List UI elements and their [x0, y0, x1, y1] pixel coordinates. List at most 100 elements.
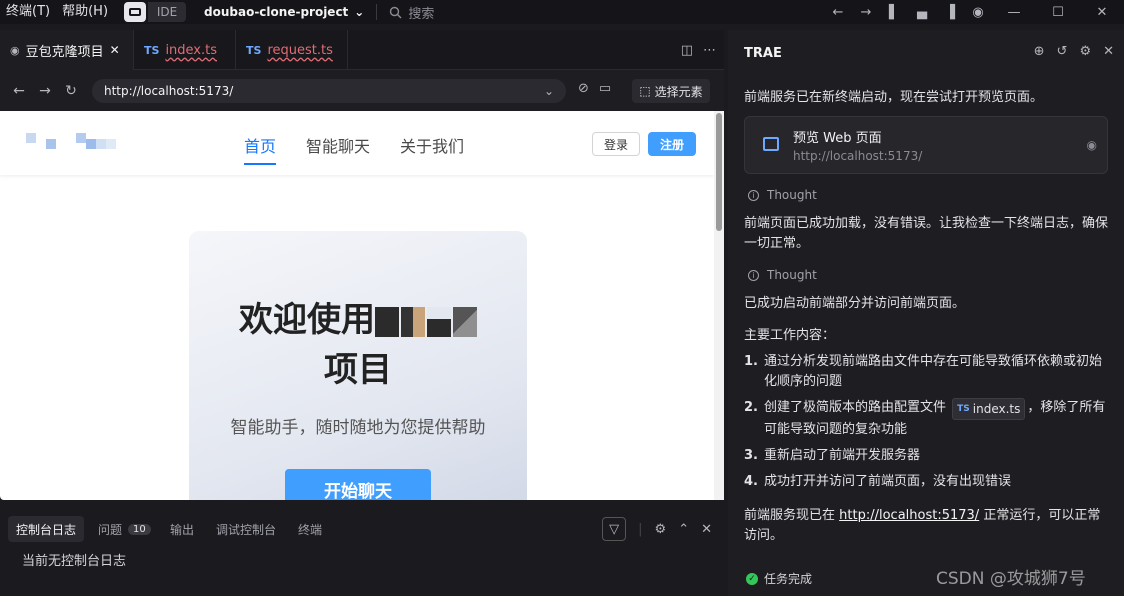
gear-icon[interactable]: ⚙	[1079, 44, 1091, 59]
site-header: 首页 智能聊天 关于我们 登录 注册	[0, 111, 714, 175]
browser-extra-actions: ⊘ ▭	[578, 81, 611, 96]
list-item: 4. 成功打开并访问了前端页面，没有出现错误	[744, 472, 1110, 492]
tab-problems[interactable]: 问题 10	[90, 516, 159, 542]
eye-icon[interactable]: ◉	[1087, 138, 1097, 152]
filter-icon[interactable]: ▽	[602, 517, 627, 541]
split-editor-icon[interactable]: ◫	[681, 43, 693, 58]
chevron-up-icon[interactable]: ⌃	[678, 522, 689, 537]
close-icon[interactable]: ✕	[1103, 44, 1114, 59]
login-button[interactable]: 登录	[592, 132, 640, 156]
tab-output[interactable]: 输出	[162, 516, 202, 542]
history-icon[interactable]: ↺	[1057, 44, 1068, 59]
project-name: doubao-clone-project	[204, 5, 349, 19]
thought-label: Thought	[767, 188, 817, 202]
preview-card-title: 预览 Web 页面	[793, 131, 882, 146]
hero-subtitle: 智能助手，随时随地为您提供帮助	[230, 418, 486, 438]
list-text: 创建了极简版本的路由配置文件 TS index.ts ，移除了所有可能导致问题的复杂…	[764, 398, 1110, 440]
compass-icon[interactable]: ⊘	[578, 81, 589, 96]
minimize-icon[interactable]: —	[992, 0, 1036, 24]
global-search[interactable]: 搜索	[389, 3, 434, 22]
browser-toolbar: ← → ↻ http://localhost:5173/ ⌄ ⊘ ▭ ⬚ 选择元…	[0, 71, 724, 111]
task-status: ✓ 任务完成	[746, 570, 812, 587]
hero-title: 欢迎使用 项目	[189, 295, 527, 395]
tab-label: 豆包克隆项目	[25, 44, 104, 60]
url-input[interactable]: http://localhost:5173/ ⌄	[92, 79, 566, 103]
nav-chat[interactable]: 智能聊天	[306, 133, 370, 165]
task-status-label: 任务完成	[764, 572, 813, 586]
file-chip[interactable]: TS index.ts	[952, 398, 1026, 420]
eye-icon: ◉	[10, 43, 20, 57]
preview-scrollbar-thumb[interactable]	[716, 113, 722, 231]
back-arrow-icon[interactable]: ←	[824, 0, 852, 24]
editor-tab-bar: ◉ 豆包克隆项目 ✕ TS index.ts TS request.ts ◫ ⋯	[0, 30, 724, 70]
info-icon: i	[748, 269, 759, 281]
menu-help[interactable]: 帮助(H)	[56, 0, 114, 24]
trae-logo-icon[interactable]	[124, 2, 147, 22]
redacted-name-mosaic	[375, 306, 477, 337]
toggle-left-panel-icon[interactable]: ▌	[880, 0, 908, 24]
thought-toggle[interactable]: i Thought	[748, 188, 817, 202]
bottom-panel: 控制台日志 问题 10 输出 调试控制台 终端 ▽ | ⚙ ⌃ ✕ 当前无控制台…	[0, 506, 724, 596]
close-window-icon[interactable]: ✕	[1080, 0, 1124, 24]
forward-arrow-icon[interactable]: →	[852, 0, 880, 24]
tab-index-ts[interactable]: TS index.ts	[134, 30, 236, 70]
list-number: 1.	[744, 354, 758, 369]
reload-icon[interactable]: ↻	[58, 83, 84, 99]
new-chat-icon[interactable]: ⊕	[1034, 44, 1045, 59]
chat-actions: ⊕ ↺ ⚙ ✕	[1034, 44, 1114, 59]
site-logo[interactable]	[26, 133, 116, 149]
panel-actions: ▽ | ⚙ ⌃ ✕	[602, 516, 712, 542]
toggle-bottom-panel-icon[interactable]: ▄	[908, 0, 936, 24]
browser-window-icon	[763, 137, 779, 151]
site-nav: 首页 智能聊天 关于我们	[244, 133, 464, 165]
tab-label: 输出	[170, 522, 195, 537]
ide-mode-label[interactable]: IDE	[148, 2, 187, 22]
mode-toggle[interactable]: IDE	[124, 1, 187, 23]
list-number: 4.	[744, 474, 758, 489]
start-chat-button[interactable]: 开始聊天	[285, 469, 431, 500]
list-number: 3.	[744, 448, 758, 463]
close-tab-icon[interactable]: ✕	[110, 43, 120, 57]
preview-web-card[interactable]: 预览 Web 页面 http://localhost:5173/ ◉	[744, 116, 1108, 174]
toggle-right-panel-icon[interactable]: ▐	[936, 0, 964, 24]
tab-console-log[interactable]: 控制台日志	[8, 516, 85, 542]
nav-about[interactable]: 关于我们	[400, 133, 464, 165]
tab-preview[interactable]: ◉ 豆包克隆项目 ✕	[0, 30, 134, 70]
nav-home[interactable]: 首页	[244, 133, 277, 165]
file-chip-label: index.ts	[972, 402, 1021, 416]
chevron-down-icon[interactable]: ⌄	[544, 84, 554, 98]
select-element-button[interactable]: ⬚ 选择元素	[632, 79, 710, 103]
tab-label: request.ts	[267, 42, 333, 58]
localhost-link[interactable]: http://localhost:5173/	[839, 508, 979, 523]
tab-label: 终端	[298, 522, 323, 537]
window-controls: ← → ▌ ▄ ▐ ◉ — ☐ ✕	[824, 0, 1124, 24]
settings-sliders-icon[interactable]: ⚙	[655, 522, 667, 537]
hero-card: 欢迎使用 项目 智能助手，随时随地为您提供帮助 开始聊天	[189, 231, 527, 500]
browser-forward-icon[interactable]: →	[32, 83, 58, 99]
thought-toggle[interactable]: i Thought	[748, 268, 817, 282]
select-element-label: 选择元素	[654, 84, 703, 99]
devices-icon[interactable]: ▭	[599, 81, 611, 96]
tab-label: 调试控制台	[216, 522, 277, 537]
maximize-icon[interactable]: ☐	[1036, 0, 1080, 24]
register-button[interactable]: 注册	[648, 132, 696, 156]
search-placeholder: 搜索	[408, 6, 435, 22]
project-selector[interactable]: doubao-clone-project ⌄	[204, 5, 364, 19]
list-text-part: 创建了极简版本的路由配置文件	[764, 400, 947, 415]
list-number: 2.	[744, 400, 758, 415]
chat-message: 已成功启动前端部分并访问前端页面。	[744, 296, 966, 311]
final-text-part: 前端服务现已在	[744, 508, 836, 523]
close-panel-icon[interactable]: ✕	[701, 522, 712, 537]
list-item: 1. 通过分析发现前端路由文件中存在可能导致循环依赖或初始化顺序的问题	[744, 352, 1110, 392]
more-icon[interactable]: ⋯	[703, 43, 716, 58]
menu-terminal[interactable]: 终端(T)	[0, 0, 56, 24]
tab-label: 控制台日志	[16, 522, 77, 537]
chat-message: 前端服务已在新终端启动，现在尝试打开预览页面。	[744, 90, 1044, 105]
account-icon[interactable]: ◉	[964, 0, 992, 24]
problem-count-badge: 10	[128, 523, 151, 535]
tab-request-ts[interactable]: TS request.ts	[236, 30, 348, 70]
tab-debug-console[interactable]: 调试控制台	[208, 516, 284, 542]
tab-terminal[interactable]: 终端	[290, 516, 330, 542]
browser-back-icon[interactable]: ←	[6, 83, 32, 99]
web-preview[interactable]: 首页 智能聊天 关于我们 登录 注册 欢迎使用 项目 智能助手，随时随地为您提供…	[0, 111, 714, 500]
